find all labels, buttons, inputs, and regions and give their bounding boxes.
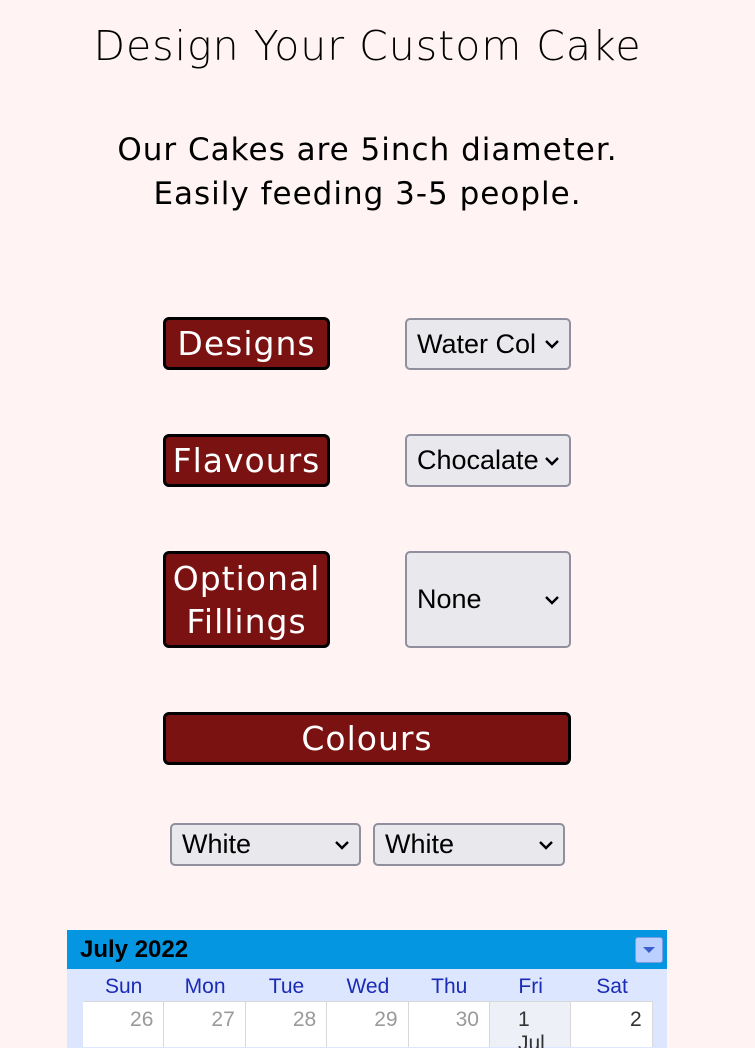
weekday-tue: Tue xyxy=(268,975,305,998)
flavours-select[interactable]: Chocalate xyxy=(405,434,571,487)
chevron-down-icon xyxy=(539,840,553,850)
flavours-select-value: Chocalate xyxy=(417,445,539,475)
calendar-weekday-row: Sun Mon Tue Wed Thu Fri Sat xyxy=(83,969,667,999)
colours-label-text: Colours xyxy=(301,719,433,758)
chevron-down-icon xyxy=(335,840,349,850)
calendar-date-cell[interactable]: 27 xyxy=(164,1001,246,1047)
designs-select-value: Water Colour xyxy=(417,328,537,359)
calendar-date-cell[interactable]: 30 xyxy=(408,1001,490,1047)
calendar-date-cell[interactable]: 28 xyxy=(245,1001,328,1047)
colour-2-select[interactable]: White xyxy=(373,823,565,866)
designs-label: Designs xyxy=(163,317,330,370)
date-picker-calendar: July 2022 Sun Mon Tue Wed Thu Fri Sat 26… xyxy=(67,930,667,1048)
designs-label-text: Designs xyxy=(177,324,316,363)
fillings-label-line2: Fillings xyxy=(186,601,307,641)
fillings-label-line1: Optional xyxy=(172,558,321,598)
chevron-down-icon xyxy=(545,595,559,605)
colours-label: Colours xyxy=(163,712,571,765)
weekday-wed: Wed xyxy=(346,975,390,998)
calendar-week-row: 26 27 28 29 30 1 Jul 2 xyxy=(83,1001,667,1048)
calendar-date-cell[interactable]: 2 xyxy=(571,1001,653,1047)
calendar-date-cell[interactable]: 26 xyxy=(83,1001,165,1047)
colour-1-select[interactable]: White xyxy=(170,823,361,866)
designs-select[interactable]: Water Colour xyxy=(405,318,571,370)
page-title: Design Your Custom Cake xyxy=(93,22,642,70)
weekday-fri: Fri xyxy=(518,975,543,998)
triangle-down-icon xyxy=(643,946,655,953)
flavours-label: Flavours xyxy=(163,434,330,487)
chevron-down-icon xyxy=(545,456,559,466)
fillings-select[interactable]: None xyxy=(405,551,571,648)
chevron-down-icon xyxy=(545,340,559,349)
calendar-header: July 2022 xyxy=(67,930,667,969)
colour-1-select-value: White xyxy=(182,829,252,859)
weekday-mon: Mon xyxy=(184,975,226,998)
flavours-label-text: Flavours xyxy=(172,441,321,480)
colour-2-select-value: White xyxy=(385,829,455,859)
calendar-date-cell[interactable]: 29 xyxy=(327,1001,409,1047)
month-dropdown-button[interactable] xyxy=(635,936,663,963)
calendar-date-cell[interactable]: 1 Jul xyxy=(489,1001,572,1048)
calendar-month-title[interactable]: July 2022 xyxy=(80,936,188,964)
subtitle-line-2: Easily feeding 3-5 people. xyxy=(153,176,582,212)
fillings-select-value: None xyxy=(417,584,482,614)
weekday-thu: Thu xyxy=(431,975,468,998)
weekday-sat: Sat xyxy=(596,975,628,998)
subtitle-line-1: Our Cakes are 5inch diameter. xyxy=(117,132,618,168)
weekday-sun: Sun xyxy=(105,975,143,998)
fillings-label: Optional Fillings xyxy=(163,551,330,648)
